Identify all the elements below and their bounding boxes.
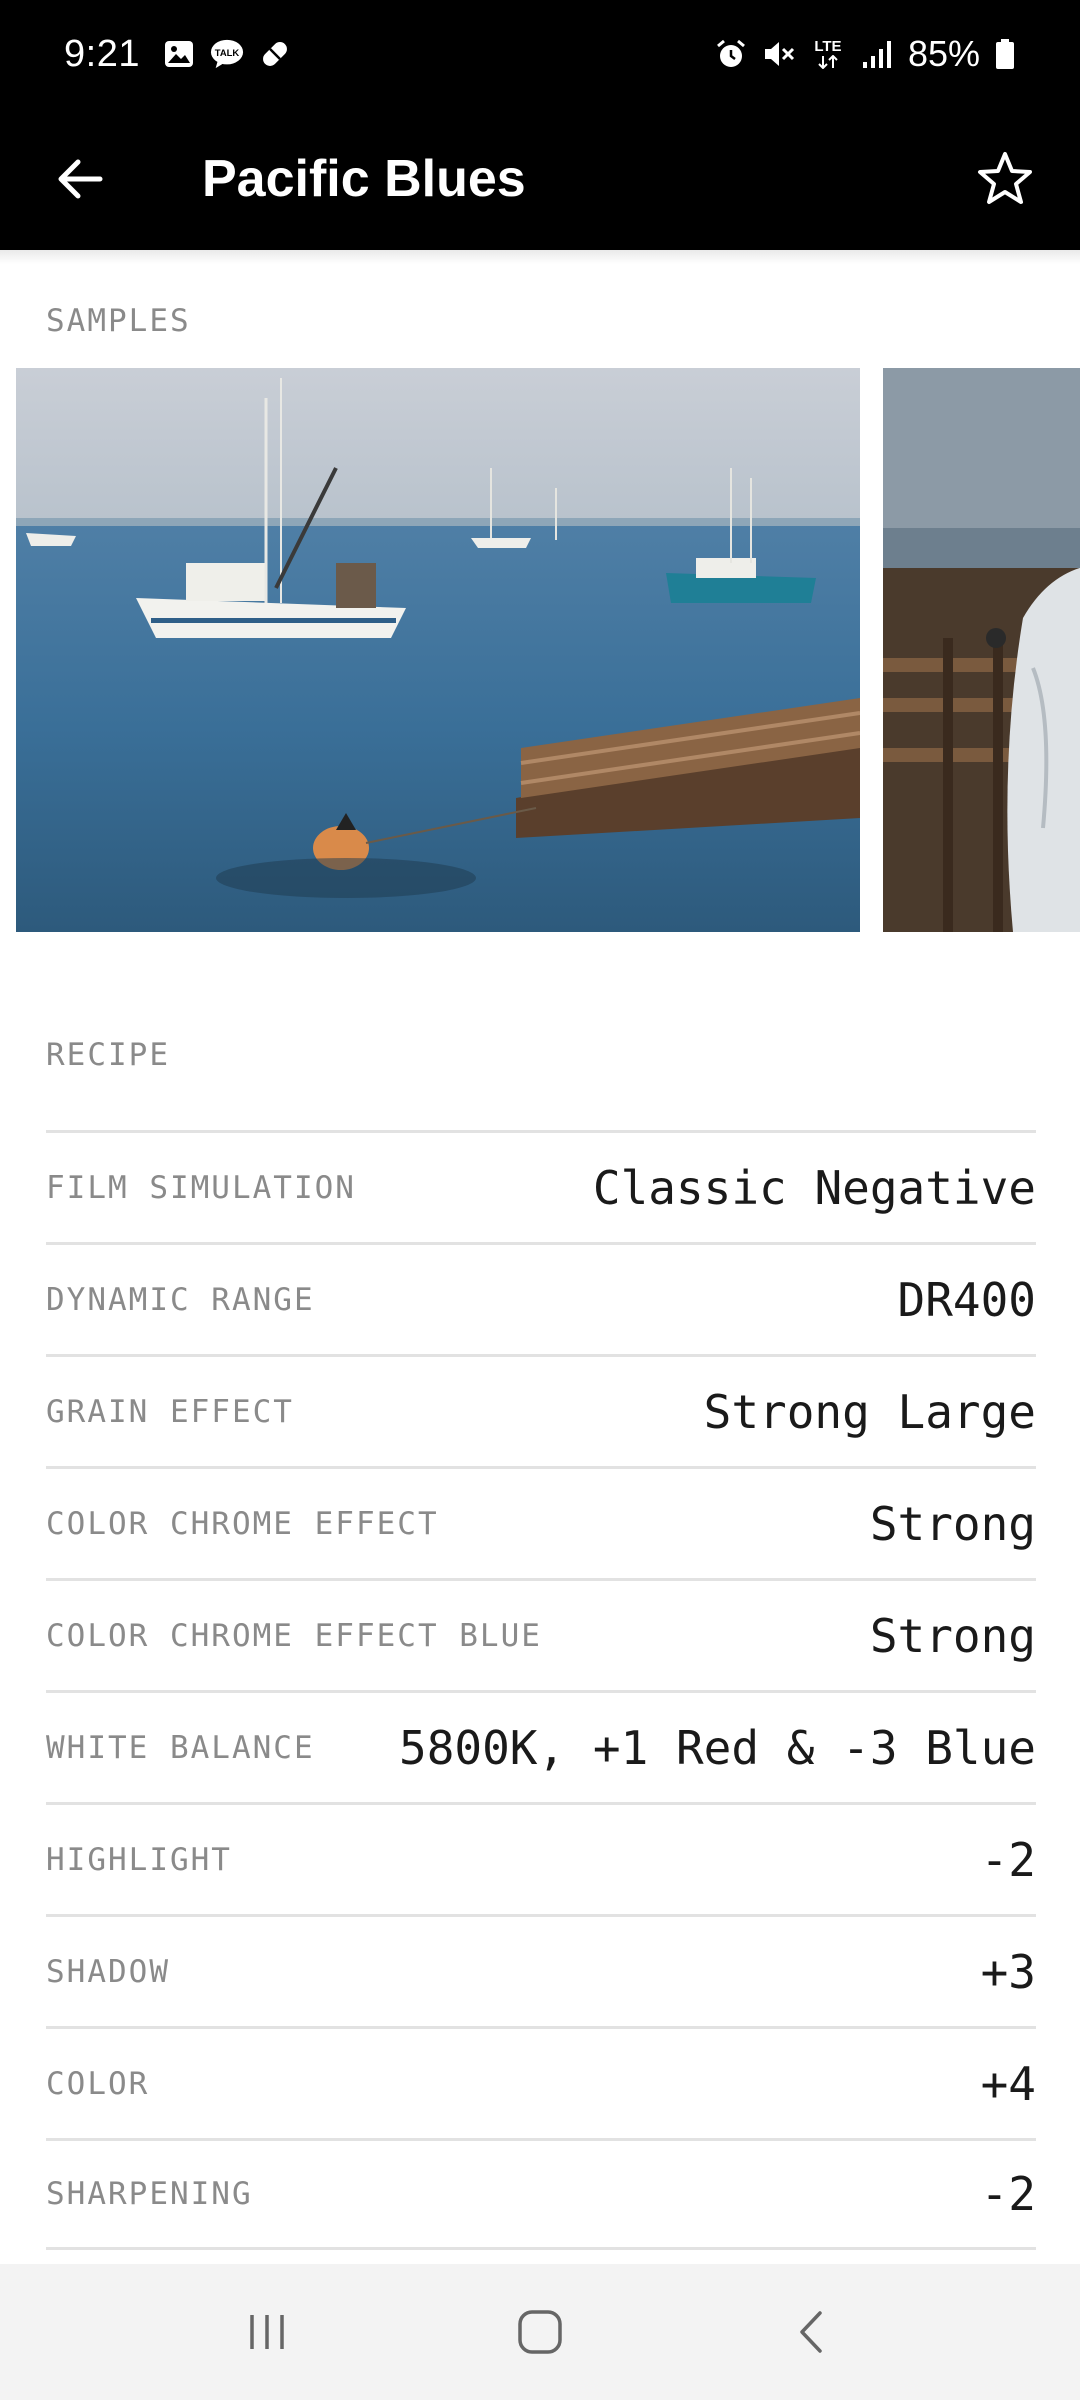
recipe-label: SHADOW [46,1953,170,1990]
lte-icon: LTE [810,37,846,71]
arrow-left-icon [58,159,103,199]
recipe-row-highlight: HIGHLIGHT -2 [46,1802,1036,1914]
alarm-icon [714,37,748,71]
battery-icon [994,37,1016,71]
gallery-icon [162,37,196,71]
notification-icons: TALK [162,37,292,71]
recipe-label: FILM SIMULATION [46,1169,356,1206]
recipe-value: Strong Large [703,1384,1036,1439]
pill-icon [258,37,292,71]
recipe-label: COLOR CHROME EFFECT BLUE [46,1617,542,1654]
recipe-row-grain-effect: GRAIN EFFECT Strong Large [46,1354,1036,1466]
signal-icon [860,37,894,71]
recipe-value: Strong [869,1608,1036,1663]
recipe-value: -2 [980,1832,1036,1887]
back-icon [800,2311,823,2353]
recipe-row-sharpening: SHARPENING -2 [46,2138,1036,2250]
recipe-value: Strong [869,1496,1036,1551]
star-outline-icon [978,152,1032,204]
recipe-heading: RECIPE [46,1037,170,1073]
recipe-value: 5800K, +1 Red & -3 Blue [399,1720,1036,1775]
recipe-row-white-balance: WHITE BALANCE 5800K, +1 Red & -3 Blue [46,1690,1036,1802]
recipe-row-dynamic-range: DYNAMIC RANGE DR400 [46,1242,1036,1354]
status-right: LTE 85% [714,33,1016,75]
mute-icon [762,37,796,71]
app-bar-shadow [0,250,1080,264]
recipe-value: DR400 [897,1272,1036,1327]
recipe-value: -2 [980,2167,1036,2221]
system-nav-bar [0,2264,1080,2400]
status-time: 9:21 [64,32,140,75]
recipe-label: HIGHLIGHT [46,1841,232,1878]
recipe-label: GRAIN EFFECT [46,1393,294,1430]
recipe-label: COLOR [46,2065,150,2102]
samples-carousel[interactable] [0,368,1080,932]
recipe-value: +4 [980,2056,1036,2111]
recipe-row-color-chrome-effect-blue: COLOR CHROME EFFECT BLUE Strong [46,1578,1036,1690]
home-icon [518,2310,562,2354]
recents-icon [249,2315,284,2349]
lte-label: LTE [814,38,842,55]
home-button[interactable] [480,2282,600,2382]
samples-heading: SAMPLES [46,303,191,339]
recipe-label: SHARPENING [46,2176,253,2212]
favorite-button[interactable] [930,108,1080,250]
recipe-label: WHITE BALANCE [46,1729,315,1766]
app-bar: Pacific Blues [0,108,1080,250]
recipe-label: COLOR CHROME EFFECT [46,1505,439,1542]
recipe-label: DYNAMIC RANGE [46,1281,315,1318]
sample-photo-harbor[interactable] [16,368,860,932]
recipe-value: Classic Negative [592,1160,1036,1215]
battery-percent: 85% [907,33,980,74]
sample-photo-pier[interactable] [883,368,1080,932]
talk-icon: TALK [210,37,244,71]
recipe-value: +3 [980,1944,1036,1999]
svg-text:TALK: TALK [215,48,240,59]
recents-button[interactable] [207,2282,327,2382]
recipe-row-shadow: SHADOW +3 [46,1914,1036,2026]
page-title: Pacific Blues [202,150,526,208]
recipe-row-color: COLOR +4 [46,2026,1036,2138]
recipe-table: FILM SIMULATION Classic Negative DYNAMIC… [46,1130,1036,2250]
status-bar: 9:21 TALK LTE 85% [0,0,1080,108]
nav-back-button[interactable] [753,2282,873,2382]
back-button[interactable] [0,108,160,250]
recipe-row-color-chrome-effect: COLOR CHROME EFFECT Strong [46,1466,1036,1578]
recipe-row-film-simulation: FILM SIMULATION Classic Negative [46,1130,1036,1242]
